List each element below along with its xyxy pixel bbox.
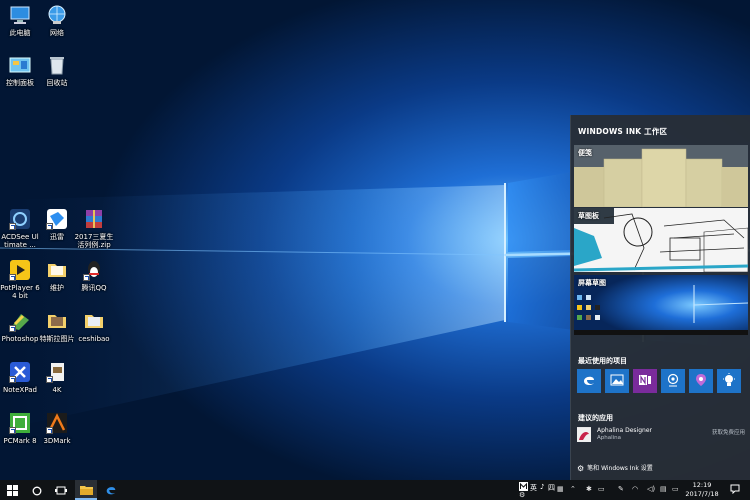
sketchpad-label: 草图板	[578, 212, 599, 220]
clock-date: 2017/7/18	[685, 490, 719, 498]
ime-mode-indicator[interactable]: 英	[530, 483, 537, 493]
document-icon	[46, 361, 68, 383]
potplayer-icon	[9, 259, 31, 281]
recent-app-tips[interactable]	[717, 369, 741, 393]
desktop-icon-weihu-folder[interactable]: 维护	[37, 259, 77, 292]
battery-icon[interactable]: ▭	[672, 485, 679, 493]
desktop-icon-qq[interactable]: 腾讯QQ	[74, 259, 114, 292]
pen-ink-workspace-icon[interactable]: ✎	[618, 485, 624, 493]
pen-ink-settings-link[interactable]: ⚙ 笔和 Windows Ink 设置	[577, 463, 653, 473]
recent-app-camera[interactable]	[661, 369, 685, 393]
control-panel-icon	[9, 54, 31, 76]
notexpad-icon	[9, 361, 31, 383]
desktop-icon-recycle-bin[interactable]: 回收站	[37, 54, 77, 87]
sketchpad-card[interactable]: 草图板	[574, 208, 748, 272]
photos-icon	[610, 373, 624, 390]
folder-icon	[46, 259, 68, 281]
suggested-app-vendor: Aphalina	[597, 435, 622, 441]
ime-language-icon[interactable]: ▤	[660, 485, 667, 493]
suggested-apps-title: 建议的应用	[578, 414, 613, 422]
desktop-icon-zip-archive[interactable]: 2017三夏生活列例.zip	[74, 208, 114, 249]
ime-input-indicator[interactable]: 四	[548, 483, 555, 493]
taskbar-file-explorer[interactable]	[75, 480, 97, 500]
wifi-icon[interactable]: ◠	[632, 485, 638, 493]
volume-icon[interactable]: ◁)	[647, 485, 655, 493]
suggested-app-row[interactable]: Aphalina Designer Aphalina 获取免费应用	[577, 426, 747, 446]
sketchpad-preview	[574, 208, 748, 272]
desktop-icon-ceshibao[interactable]: ceshibao	[74, 310, 114, 343]
pen-ink-settings-label: 笔和 Windows Ink 设置	[587, 465, 653, 472]
sticky-notes-label: 便笺	[578, 149, 592, 157]
clock-time: 12:19	[692, 481, 712, 489]
desktop-icon-notexpad[interactable]: NoteXPad	[0, 361, 40, 394]
acdsee-icon	[9, 208, 31, 230]
edge-icon	[582, 373, 596, 390]
pcmark-icon	[9, 412, 31, 434]
desktop-icon-tesla-pictures[interactable]: 特斯拉图片	[37, 310, 77, 343]
image-folder-icon	[46, 310, 68, 332]
ink-panel-title: WINDOWS INK 工作区	[578, 127, 668, 136]
cortana-circle-icon	[32, 481, 42, 500]
recent-app-edge[interactable]	[577, 369, 601, 393]
desktop-icon-3dmark[interactable]: 3DMark	[37, 412, 77, 445]
desktop-icon-xunlei[interactable]: 迅雷	[37, 208, 77, 241]
desktop-icon-network[interactable]: 网络	[37, 4, 77, 37]
usb-device-icon[interactable]: ▭	[598, 485, 605, 493]
gear-icon: ⚙	[577, 464, 585, 473]
windows-logo-icon	[6, 481, 18, 500]
webcam-icon	[666, 373, 680, 390]
computer-icon	[9, 4, 31, 26]
maps-pin-icon	[694, 373, 708, 390]
winrar-archive-icon	[83, 208, 105, 230]
tips-bulb-icon	[722, 372, 736, 390]
ime-settings-icon[interactable]: ⚙	[519, 491, 525, 499]
sticky-notes-preview	[574, 145, 748, 207]
3dmark-icon	[46, 412, 68, 434]
recent-items-title: 最近使用的项目	[578, 357, 627, 365]
file-explorer-icon	[79, 480, 93, 499]
desktop-icon-control-panel[interactable]: 控制面板	[0, 54, 40, 87]
desktop-icon-this-pc[interactable]: 此电脑	[0, 4, 40, 37]
desktop-icon-photoshop[interactable]: Photoshop	[0, 310, 40, 343]
ink-workspace-panel: WINDOWS INK 工作区 便笺 草图板 屏幕草图 最近使用的项目 建议的应…	[570, 115, 750, 480]
xunlei-icon	[46, 208, 68, 230]
get-free-app-link[interactable]: 获取免费应用	[712, 428, 745, 436]
show-hidden-icons-icon[interactable]: ⌃	[570, 485, 576, 493]
ime-punctuation-indicator[interactable]: ♪	[540, 483, 544, 491]
aphalina-app-icon	[577, 427, 591, 442]
ime-toolbox-icon[interactable]: ▦	[557, 485, 564, 493]
screen-sketch-card[interactable]: 屏幕草图	[574, 275, 748, 335]
taskbar: ⚙ 英 ♪ 四 ▦ ⌃ ✱ ▭ ✎ ◠ ◁) ▤ ▭ 12:19 2017/7/…	[0, 480, 750, 500]
screen-sketch-label: 屏幕草图	[578, 279, 606, 287]
taskbar-clock[interactable]: 12:19 2017/7/18	[682, 481, 722, 499]
network-icon	[46, 4, 68, 26]
task-view-icon	[55, 481, 67, 500]
action-center-button[interactable]	[730, 484, 740, 496]
sticky-notes-card[interactable]: 便笺	[574, 145, 748, 207]
desktop-icon-4k[interactable]: 4K	[37, 361, 77, 394]
folder-icon	[83, 310, 105, 332]
onenote-icon	[638, 373, 652, 390]
task-view-button[interactable]	[50, 480, 72, 500]
recycle-bin-icon	[46, 54, 68, 76]
photoshop-icon	[9, 310, 31, 332]
bluetooth-icon[interactable]: ✱	[586, 485, 592, 493]
recent-app-onenote[interactable]	[633, 369, 657, 393]
start-button[interactable]	[0, 480, 24, 500]
desktop-icon-potplayer[interactable]: PotPlayer 64 bit	[0, 259, 40, 300]
recent-app-photos[interactable]	[605, 369, 629, 393]
cortana-button[interactable]	[26, 480, 48, 500]
suggested-app-name: Aphalina Designer	[597, 427, 652, 434]
edge-icon	[105, 481, 117, 500]
recent-app-maps[interactable]	[689, 369, 713, 393]
qq-icon	[83, 259, 105, 281]
desktop-icon-pcmark[interactable]: PCMark 8	[0, 412, 40, 445]
desktop-icon-acdsee[interactable]: ACDSee Ultimate ...	[0, 208, 40, 249]
taskbar-edge[interactable]	[100, 480, 122, 500]
